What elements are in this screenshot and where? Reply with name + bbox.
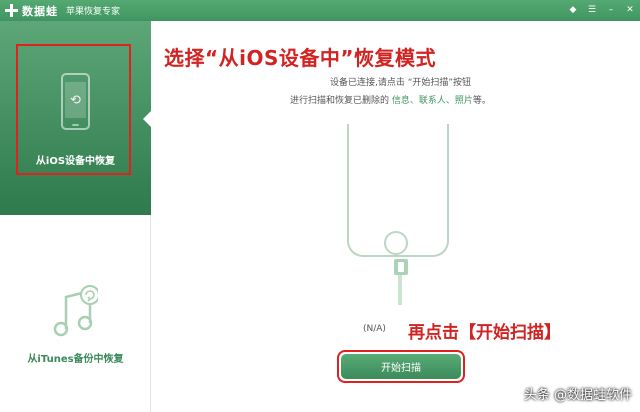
phone-sync-icon: ⟲ — [61, 73, 90, 130]
instruction-line-1: 设备已连接,请点击 “开始扫描”按钮 — [330, 78, 472, 88]
annotation-callout: 再点击【开始扫描】 — [408, 323, 561, 343]
app-logo: 数据蛙 — [5, 2, 58, 19]
sidebar-item-itunes-recovery[interactable]: 从iTunes备份中恢复 — [0, 215, 151, 412]
page-title: 选择“从iOS设备中”恢复模式 — [164, 46, 437, 70]
start-scan-label[interactable]: 开始扫描 — [341, 354, 461, 379]
sidebar: ⟲ 从iOS设备中恢复 从iTunes备份中恢复 — [0, 21, 151, 412]
instruction-text-suffix: 等。 — [472, 96, 491, 106]
start-scan-button[interactable]: 开始扫描 — [337, 350, 465, 383]
phone-home-button — [384, 231, 408, 255]
watermark: 头条 @数据蛙软件 — [523, 388, 632, 403]
phone-home-bar — [72, 124, 79, 126]
minimize-icon[interactable]: – — [605, 5, 617, 17]
lightning-plug-icon — [394, 259, 408, 275]
device-name: (N/A) — [363, 324, 386, 334]
window-controls: ◆ ☰ – ✕ — [567, 3, 636, 18]
app-subtitle: 苹果恢复专家 — [66, 7, 121, 17]
sidebar-item-label: 从iOS设备中恢复 — [35, 156, 116, 167]
usb-cable — [398, 275, 402, 305]
music-note-icon — [53, 285, 98, 337]
close-icon[interactable]: ✕ — [624, 5, 636, 17]
plus-logo-icon — [5, 4, 18, 17]
app-brand: 数据蛙 — [22, 4, 58, 18]
title-bar: 数据蛙 苹果恢复专家 ◆ ☰ – ✕ — [0, 0, 640, 21]
sidebar-item-ios-recovery[interactable]: ⟲ 从iOS设备中恢复 — [0, 21, 151, 215]
instruction-highlight: 信息、联系人、照片 — [391, 96, 473, 106]
sidebar-item-label: 从iTunes备份中恢复 — [27, 354, 124, 365]
menu-icon[interactable]: ☰ — [586, 5, 598, 17]
gift-icon[interactable]: ◆ — [567, 5, 579, 17]
sync-arrows-icon: ⟲ — [65, 82, 86, 118]
active-pointer — [143, 111, 151, 127]
instruction-text: 进行扫描和恢复已删除的 — [290, 96, 392, 106]
instruction-line-2: 进行扫描和恢复已删除的 信息、联系人、照片等。 — [290, 93, 491, 106]
